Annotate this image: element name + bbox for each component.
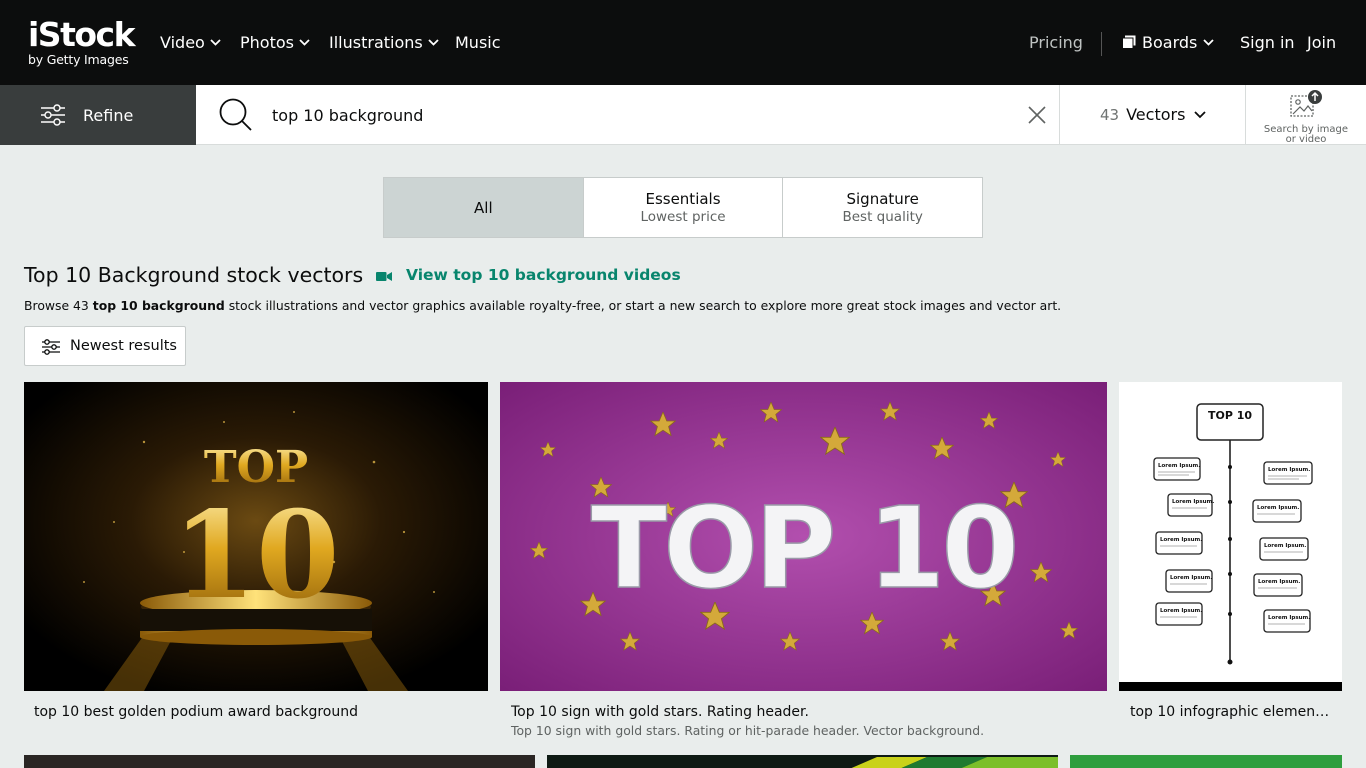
result-image-row2-2[interactable] — [547, 755, 1058, 768]
result-caption[interactable]: top 10 best golden podium award backgrou… — [34, 703, 484, 721]
golden-podium-artwork: TOP 10 — [24, 382, 488, 691]
logo-wordmark: iStock — [28, 15, 136, 54]
infographic-item-4: Lorem Ipsum. — [1257, 505, 1299, 511]
result-description: Top 10 sign with gold stars. Rating or h… — [511, 723, 985, 738]
tab-signature[interactable]: Signature Best quality — [783, 178, 982, 237]
chevron-down-icon — [428, 39, 439, 46]
boards-menu[interactable]: Boards — [1122, 33, 1214, 53]
nav-divider — [1101, 32, 1102, 56]
tab-essentials-label: Essentials — [645, 190, 721, 208]
tab-all[interactable]: All — [384, 178, 584, 237]
podium-number-text: 10 — [173, 485, 340, 626]
nav-music-label: Music — [455, 33, 501, 52]
view-videos-link[interactable]: View top 10 background videos — [376, 265, 681, 285]
asset-type-select[interactable]: 43 Vectors — [1100, 105, 1207, 125]
join-link[interactable]: Join — [1307, 33, 1336, 53]
tab-signature-label: Signature — [846, 190, 919, 208]
view-videos-label: View top 10 background videos — [406, 266, 681, 284]
result-caption[interactable]: Top 10 sign with gold stars. Rating head… — [511, 703, 1101, 721]
tab-essentials[interactable]: Essentials Lowest price — [584, 178, 784, 237]
nav-video-label: Video — [160, 33, 205, 52]
chevron-down-icon — [1203, 39, 1214, 46]
browse-description: Browse 43 top 10 background stock illust… — [24, 298, 1061, 314]
infographic-item-9: Lorem Ipsum. — [1160, 608, 1202, 614]
browse-query: top 10 background — [92, 298, 225, 313]
result-caption[interactable]: top 10 infographic elements ... — [1130, 703, 1330, 721]
divider — [1245, 85, 1246, 145]
browse-suffix: stock illustrations and vector graphics … — [224, 298, 1062, 313]
search-by-image-button[interactable]: Search by image or video — [1260, 89, 1352, 145]
result-image-gold-stars[interactable]: TOP 10 — [500, 382, 1107, 691]
search-by-image-caption: Search by image or video — [1263, 124, 1349, 145]
infographic-artwork: TOP 10 Lorem Ipsum. Lorem Ipsum. Lorem I… — [1119, 382, 1342, 691]
infographic-item-5: Lorem Ipsum. — [1160, 537, 1202, 543]
sign-in-link[interactable]: Sign in — [1240, 33, 1295, 53]
search-input[interactable] — [272, 103, 1012, 127]
result-image-row2-1[interactable] — [24, 755, 535, 768]
nav-photos[interactable]: Photos — [240, 33, 310, 53]
top-navigation: iStock by Getty Images Video Photos Illu… — [0, 0, 1366, 85]
chevron-down-icon — [299, 39, 310, 46]
search-icon[interactable] — [218, 97, 254, 133]
result-image-infographic[interactable]: TOP 10 Lorem Ipsum. Lorem Ipsum. Lorem I… — [1119, 382, 1342, 691]
istock-logo[interactable]: iStock by Getty Images — [28, 17, 140, 69]
infographic-item-10: Lorem Ipsum. — [1268, 615, 1310, 621]
chevron-down-icon — [1194, 111, 1207, 119]
pricing-link[interactable]: Pricing — [1029, 33, 1083, 53]
video-camera-icon — [376, 272, 392, 281]
sliders-icon — [41, 104, 65, 126]
nav-music[interactable]: Music — [455, 33, 501, 53]
nav-photos-label: Photos — [240, 33, 294, 52]
result-image-row2-3[interactable] — [1070, 755, 1342, 768]
infographic-item-8: Lorem Ipsum. — [1258, 579, 1300, 585]
sliders-icon — [42, 339, 60, 355]
infographic-title: TOP 10 — [1208, 409, 1252, 422]
result-thumbnail-art — [851, 757, 1058, 768]
logo-tagline: by Getty Images — [28, 52, 129, 67]
infographic-item-2: Lorem Ipsum. — [1268, 467, 1310, 473]
result-image-golden-podium[interactable]: TOP 10 — [24, 382, 488, 691]
tab-essentials-subtitle: Lowest price — [640, 209, 726, 225]
image-search-icon — [1290, 90, 1322, 117]
infographic-item-6: Lorem Ipsum. — [1264, 543, 1306, 549]
boards-icon — [1122, 35, 1136, 49]
page-title: Top 10 Background stock vectors — [24, 263, 364, 287]
nav-illustrations-label: Illustrations — [329, 33, 423, 52]
tab-signature-subtitle: Best quality — [842, 209, 923, 225]
asset-type-label: Vectors — [1126, 105, 1186, 124]
gold-stars-artwork: TOP 10 — [500, 382, 1107, 691]
tab-all-label: All — [474, 199, 493, 217]
license-tabs: All Essentials Lowest price Signature Be… — [383, 177, 983, 238]
close-icon[interactable] — [1027, 105, 1047, 125]
asset-count: 43 — [1100, 106, 1120, 124]
browse-prefix: Browse 43 — [24, 298, 93, 313]
boards-label: Boards — [1142, 33, 1198, 52]
infographic-item-3: Lorem Ipsum. — [1172, 499, 1214, 505]
sort-label: Newest results — [70, 338, 177, 354]
sort-button[interactable]: Newest results — [24, 326, 186, 366]
infographic-item-7: Lorem Ipsum. — [1170, 575, 1212, 581]
nav-video[interactable]: Video — [160, 33, 221, 53]
infographic-item-1: Lorem Ipsum. — [1158, 463, 1200, 469]
search-bar: Refine 43 Vectors Search by imageor video — [0, 85, 1366, 145]
top10-sign-text: TOP 10 — [591, 484, 1016, 614]
divider — [1059, 85, 1060, 145]
chevron-down-icon — [210, 39, 221, 46]
refine-label: Refine — [83, 106, 134, 125]
nav-illustrations[interactable]: Illustrations — [329, 33, 439, 53]
refine-button[interactable]: Refine — [0, 85, 196, 145]
